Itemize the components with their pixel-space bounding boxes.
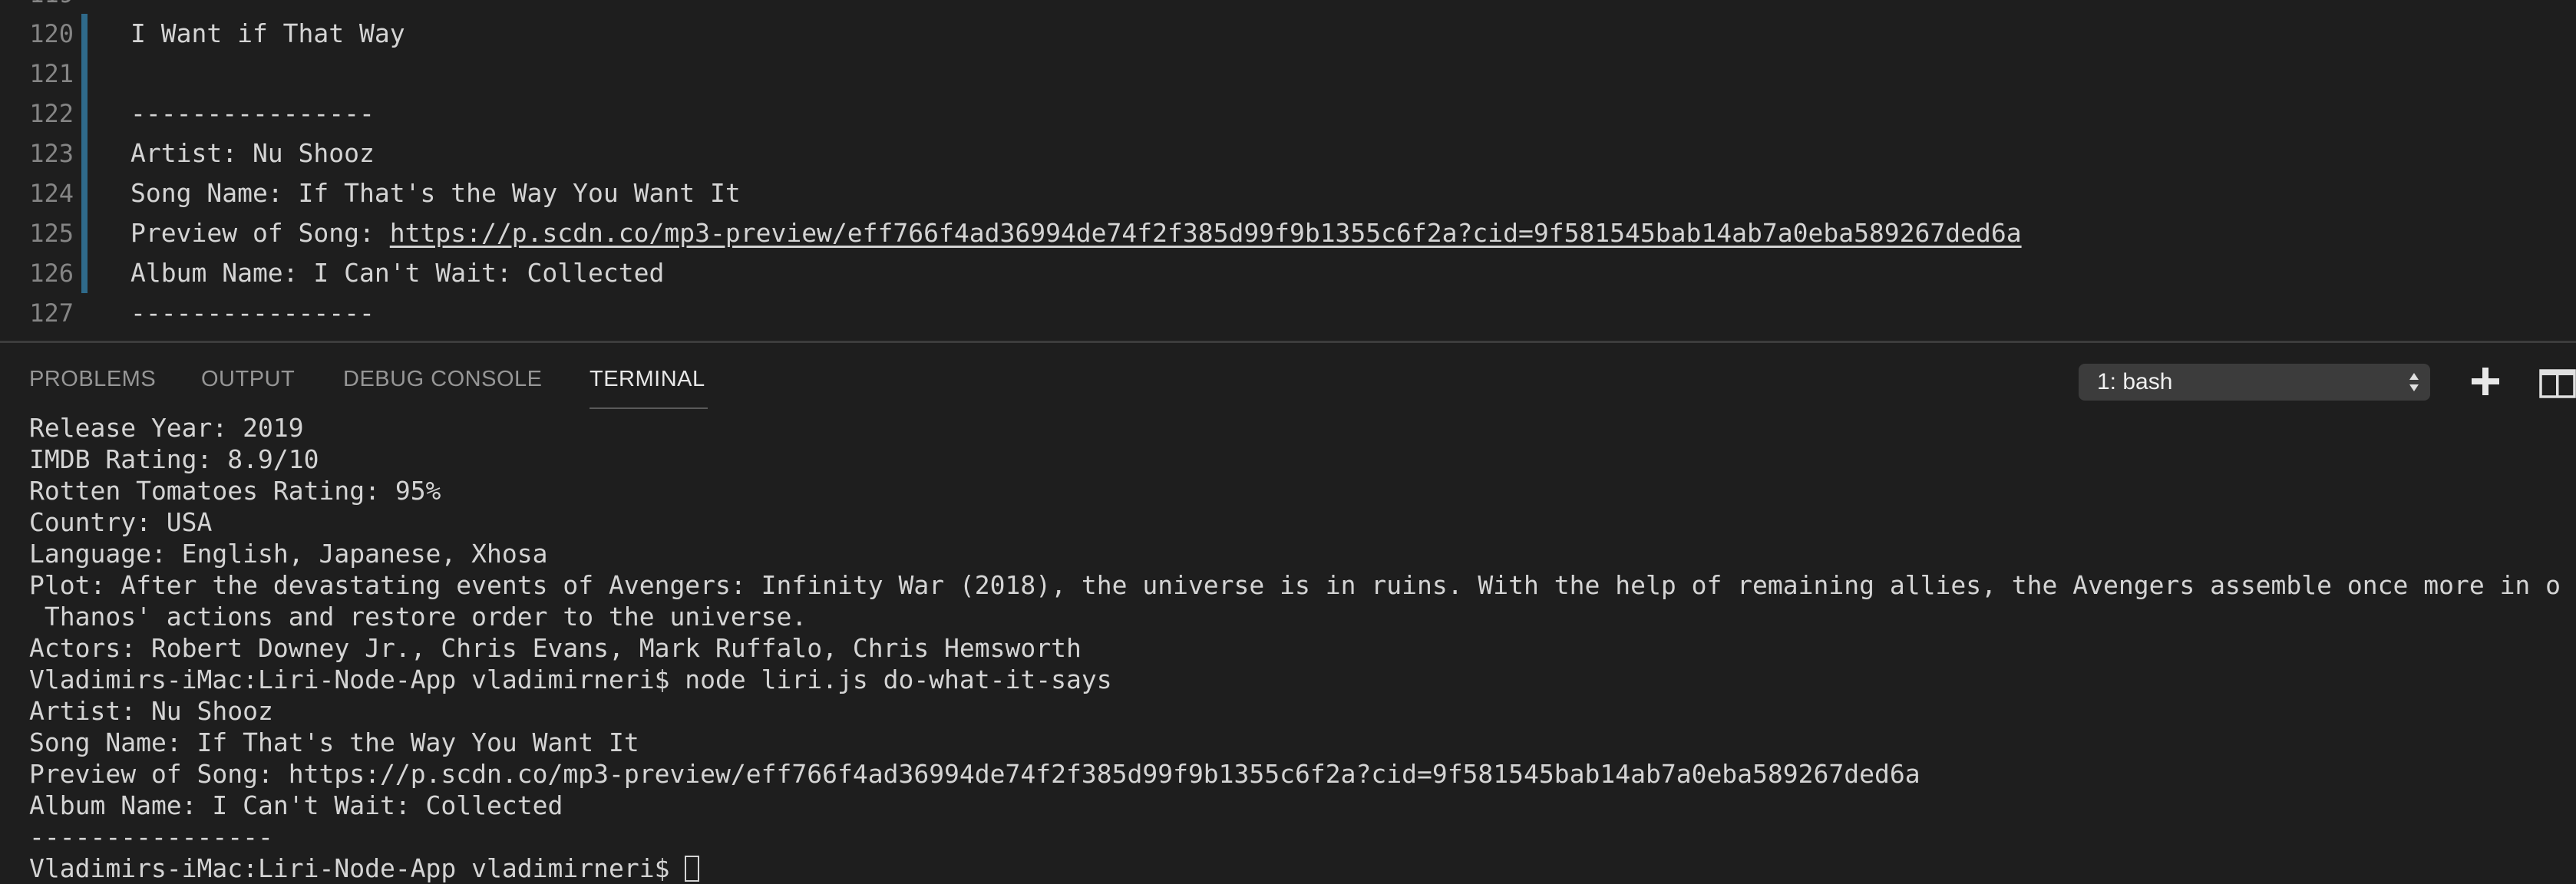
line-number: 122 [29,99,74,128]
tab-output[interactable]: OUTPUT [201,366,295,392]
active-tab-indicator [590,407,708,409]
panel-header: PROBLEMS OUTPUT DEBUG CONSOLE TERMINAL 1… [0,343,2576,412]
gutter-modified-indicator [81,14,88,54]
preview-url-link[interactable]: https://p.scdn.co/mp3-preview/eff766f4ad… [390,218,2022,248]
terminal-line: Release Year: 2019 [29,413,304,443]
gutter-modified-indicator [81,173,88,213]
gutter-modified-indicator [81,54,88,94]
editor-line: 120 I Want if That Way [0,14,2576,54]
terminal-output[interactable]: Release Year: 2019 IMDB Rating: 8.9/10 R… [0,412,2576,884]
gutter-modified-indicator [81,213,88,253]
line-number: 127 [29,299,74,328]
line-text: Artist: Nu Shooz [130,138,375,168]
terminal-line: Language: English, Japanese, Xhosa [29,539,548,569]
editor-line: 124 Song Name: If That's the Way You Wan… [0,173,2576,213]
tab-terminal[interactable]: TERMINAL [590,366,705,392]
line-text: Song Name: If That's the Way You Want It [130,178,741,208]
editor-line: 126 Album Name: I Can't Wait: Collected [0,253,2576,293]
plus-icon[interactable] [2470,366,2501,397]
terminal-line: Country: USA [29,507,213,537]
terminal-line: Rotten Tomatoes Rating: 95% [29,476,441,506]
line-number: 124 [29,179,74,208]
terminal-select-value: 1: bash [2097,369,2173,394]
editor-line: 123 Artist: Nu Shooz [0,134,2576,173]
line-text-prefix: Preview of Song: [130,218,390,248]
terminal-line: ---------------- [29,822,273,852]
terminal-line: IMDB Rating: 8.9/10 [29,444,319,474]
terminal-line: Song Name: If That's the Way You Want It [29,727,639,757]
terminal-line: Thanos' actions and restore order to the… [29,602,807,632]
line-number: 123 [29,139,74,168]
tab-problems[interactable]: PROBLEMS [29,366,156,392]
line-text: I Want if That Way [130,18,405,48]
bottom-panel: PROBLEMS OUTPUT DEBUG CONSOLE TERMINAL 1… [0,343,2576,884]
terminal-line: Artist: Nu Shooz [29,696,273,726]
terminal-prompt-line: Vladimirs-iMac:Liri-Node-App vladimirner… [29,853,700,884]
tab-debug-console[interactable]: DEBUG CONSOLE [343,366,543,392]
editor-line: 125 Preview of Song: https://p.scdn.co/m… [0,213,2576,253]
terminal-instance-select[interactable]: 1: bash [2079,364,2430,401]
terminal-line: Plot: After the devastating events of Av… [29,570,2561,600]
terminal-line: Album Name: I Can't Wait: Collected [29,790,563,820]
line-text: Album Name: I Can't Wait: Collected [130,258,665,288]
line-number: 119 [0,0,74,7]
line-text: Preview of Song: https://p.scdn.co/mp3-p… [130,220,2022,246]
code-editor[interactable]: 119 120 I Want if That Way 121 122 -----… [0,0,2576,341]
editor-line: 119 [0,0,2576,14]
terminal-line: Vladimirs-iMac:Liri-Node-App vladimirner… [29,665,1112,694]
updown-chevron-icon [2409,373,2419,391]
line-number: 125 [29,219,74,248]
split-pane-icon[interactable] [2539,369,2576,398]
gutter-modified-indicator [81,94,88,134]
editor-line: 121 [0,54,2576,94]
line-text: ---------------- [130,298,375,328]
line-number: 126 [29,259,74,288]
line-text: ---------------- [130,98,375,128]
gutter-modified-indicator [81,253,88,293]
editor-line: 127 ---------------- [0,293,2576,333]
terminal-line: Actors: Robert Downey Jr., Chris Evans, … [29,633,1082,663]
terminal-cursor [685,856,700,882]
editor-line: 122 ---------------- [0,94,2576,134]
terminal-line: Preview of Song: https://p.scdn.co/mp3-p… [29,759,1920,789]
terminal-prompt: Vladimirs-iMac:Liri-Node-App vladimirner… [29,853,685,883]
line-number: 121 [29,59,74,88]
line-number: 120 [29,19,74,48]
gutter-modified-indicator [81,134,88,173]
